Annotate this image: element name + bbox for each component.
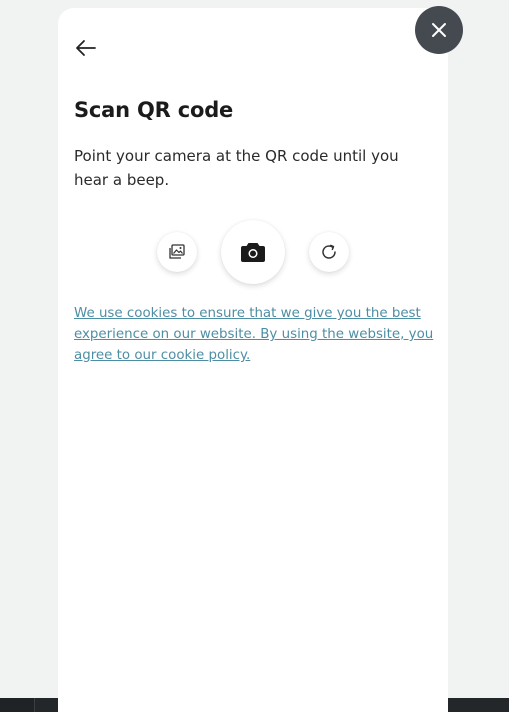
refresh-icon [319, 242, 339, 262]
close-icon [430, 21, 448, 39]
scan-instructions: Point your camera at the QR code until y… [74, 147, 399, 189]
image-gallery-icon [168, 243, 186, 261]
camera-capture-button[interactable] [221, 220, 285, 284]
back-button[interactable] [74, 36, 98, 60]
taskbar-segment [0, 698, 35, 712]
close-button[interactable] [415, 6, 463, 54]
page-title: Scan QR code [74, 98, 234, 122]
cookie-policy-link[interactable]: We use cookies to ensure that we give yo… [74, 303, 440, 366]
camera-icon [240, 241, 266, 263]
upload-from-gallery-button[interactable] [157, 232, 197, 272]
refresh-button[interactable] [309, 232, 349, 272]
arrow-left-icon [74, 36, 98, 60]
